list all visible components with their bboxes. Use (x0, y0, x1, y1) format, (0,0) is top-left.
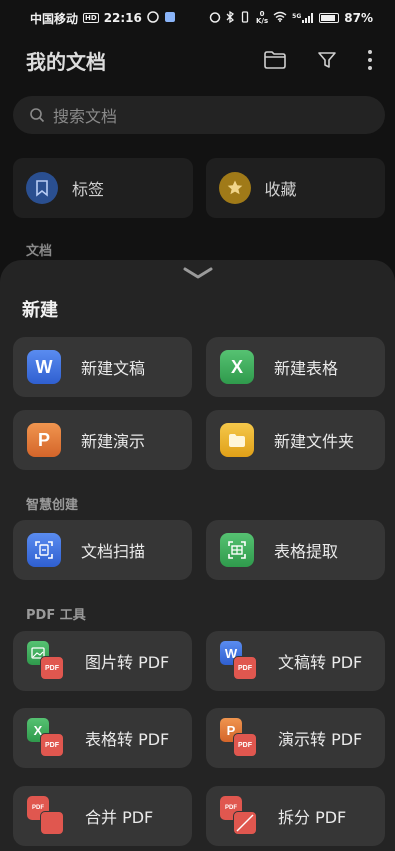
notification-icon (147, 10, 159, 26)
bluetooth-icon (226, 10, 235, 26)
new-spreadsheet-button[interactable]: X 新建表格 (206, 337, 385, 397)
filter-button[interactable] (317, 50, 337, 70)
merge-pdf-icon: PDF (27, 796, 65, 836)
image-to-pdf-icon: PDF (27, 641, 65, 681)
split-pdf-icon: PDF (220, 796, 258, 836)
excel-to-pdf-icon: X PDF (27, 718, 65, 758)
favorites-card[interactable]: 收藏 (205, 158, 385, 218)
sheet-title: 新建 (22, 300, 58, 321)
excel-to-pdf-button[interactable]: X PDF 表格转 PDF (13, 708, 192, 768)
split-pdf-button[interactable]: PDF 拆分 PDF (206, 786, 385, 846)
page-title: 我的文档 (26, 49, 106, 74)
scan-icon (27, 533, 61, 567)
folder-icon (220, 423, 254, 457)
doc-scan-label: 文档扫描 (81, 542, 146, 561)
search-icon (30, 108, 45, 123)
word-icon: W (27, 350, 61, 384)
signal-icon: 5G (292, 13, 314, 23)
word-to-pdf-button[interactable]: W PDF 文稿转 PDF (206, 631, 385, 691)
signal-type: 5G (292, 13, 302, 20)
image-to-pdf-button[interactable]: PDF 图片转 PDF (13, 631, 192, 691)
battery-icon (319, 13, 340, 23)
folder-icon (264, 51, 286, 69)
new-presentation-label: 新建演示 (81, 432, 146, 451)
hd-icon: HD (83, 13, 99, 23)
filter-icon (318, 52, 336, 68)
new-spreadsheet-label: 新建表格 (274, 359, 339, 378)
word-to-pdf-icon: W PDF (220, 641, 258, 681)
ppt-to-pdf-button[interactable]: P PDF 演示转 PDF (206, 708, 385, 768)
search-input[interactable]: 搜索文档 (13, 96, 385, 134)
tags-card[interactable]: 标签 (13, 158, 193, 218)
vibrate-icon (239, 10, 251, 26)
tags-label: 标签 (72, 180, 105, 199)
merge-pdf-button[interactable]: PDF 合并 PDF (13, 786, 192, 846)
documents-section-label: 文档 (26, 244, 53, 259)
favorites-label: 收藏 (264, 180, 297, 199)
new-presentation-button[interactable]: P 新建演示 (13, 410, 192, 470)
app-notification-icon (164, 11, 176, 26)
battery-label: 87% (344, 11, 373, 25)
app-header: 我的文档 (0, 40, 395, 80)
new-folder-label: 新建文件夹 (274, 432, 355, 451)
new-folder-button[interactable]: 新建文件夹 (206, 410, 385, 470)
time-label: 22:16 (103, 11, 142, 25)
merge-pdf-label: 合并 PDF (85, 808, 154, 827)
folder-button[interactable] (263, 50, 287, 70)
quick-access: 标签 收藏 (13, 158, 385, 218)
table-extract-button[interactable]: 表格提取 (206, 520, 385, 580)
ppt-to-pdf-label: 演示转 PDF (278, 730, 363, 749)
carrier-label: 中国移动 (30, 11, 79, 26)
bookmark-icon (26, 172, 58, 204)
new-document-label: 新建文稿 (81, 359, 146, 378)
table-extract-icon (220, 533, 254, 567)
split-pdf-label: 拆分 PDF (278, 808, 347, 827)
table-extract-label: 表格提取 (274, 542, 339, 561)
search-placeholder: 搜索文档 (53, 107, 118, 126)
image-to-pdf-label: 图片转 PDF (85, 653, 170, 672)
ppt-icon: P (27, 423, 61, 457)
smart-create-title: 智慧创建 (26, 498, 79, 513)
more-vertical-icon (368, 50, 372, 70)
excel-to-pdf-label: 表格转 PDF (85, 730, 170, 749)
net-speed: 0 K/s (256, 11, 268, 25)
alarm-icon (209, 11, 221, 26)
net-speed-unit: K/s (256, 17, 269, 25)
excel-icon: X (220, 350, 254, 384)
more-button[interactable] (367, 49, 373, 71)
doc-scan-button[interactable]: 文档扫描 (13, 520, 192, 580)
collapse-chevron-icon[interactable] (182, 266, 214, 280)
star-icon (218, 172, 251, 204)
new-document-button[interactable]: W 新建文稿 (13, 337, 192, 397)
wifi-icon (273, 11, 287, 25)
word-to-pdf-label: 文稿转 PDF (278, 653, 363, 672)
ppt-to-pdf-icon: P PDF (220, 718, 258, 758)
status-bar: 中国移动 HD 22:16 0 K/s 5G 87% (0, 0, 395, 36)
pdf-tools-title: PDF 工具 (26, 608, 86, 623)
